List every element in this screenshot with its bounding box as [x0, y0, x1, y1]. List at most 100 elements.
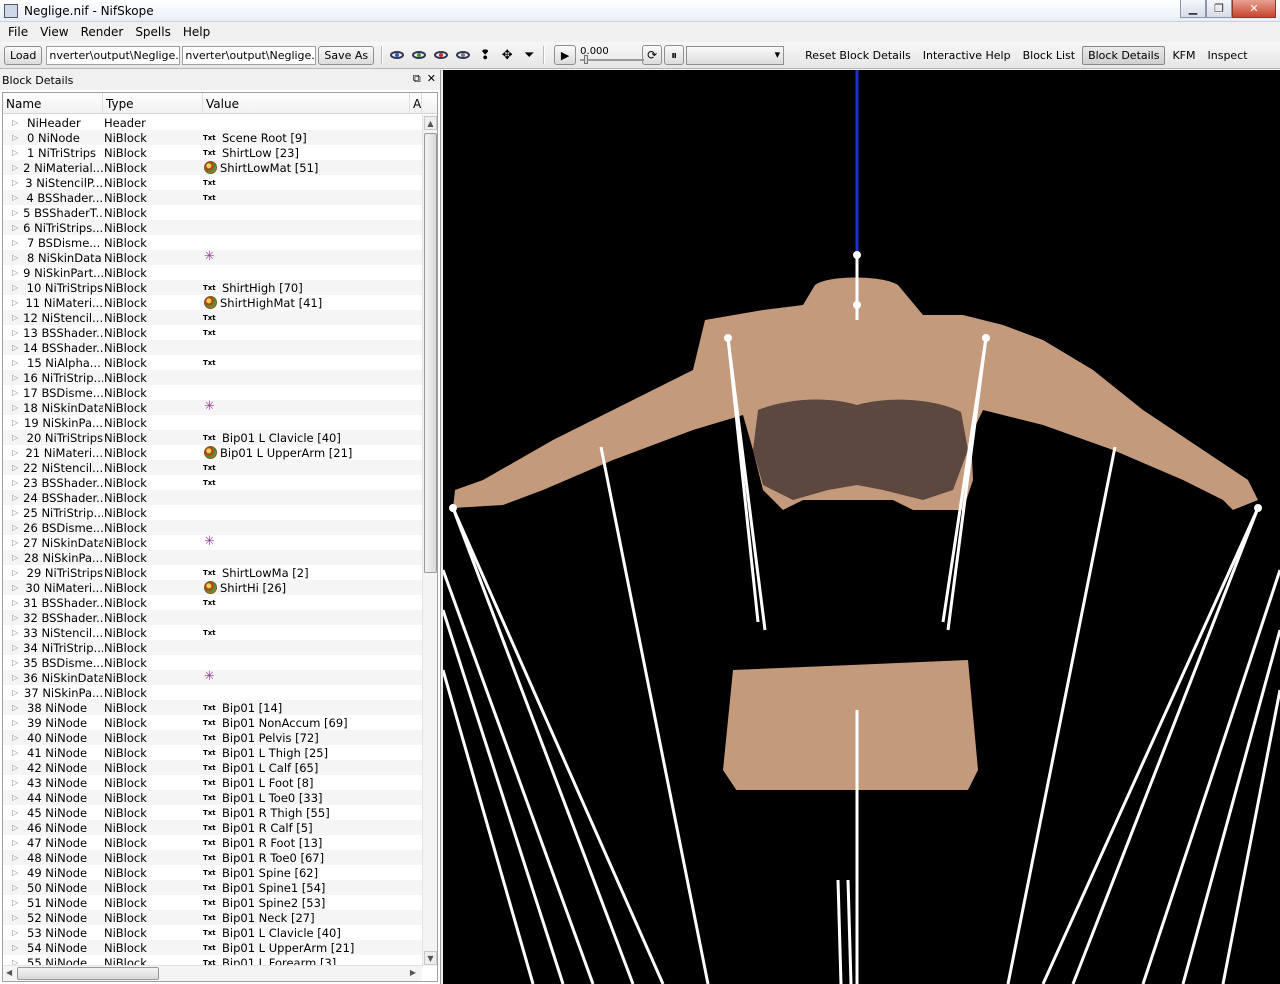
table-row[interactable]: ▷ 21 NiMateri... NiBlock Bip01 L UpperArm [… — [3, 445, 423, 460]
table-row[interactable]: ▷ 36 NiSkinData NiBlock — [3, 669, 423, 685]
horizontal-scrollbar[interactable]: ◀ ▶ — [3, 965, 422, 981]
expand-arrow-icon[interactable]: ▷ — [12, 433, 22, 442]
table-row[interactable]: ▷ 14 BSShader... NiBlock — [3, 340, 423, 355]
expand-arrow-icon[interactable]: ▷ — [12, 178, 20, 187]
expand-arrow-icon[interactable]: ▷ — [12, 508, 18, 517]
animation-slider-track[interactable] — [580, 59, 645, 61]
expand-arrow-icon[interactable]: ▷ — [12, 703, 22, 712]
table-row[interactable]: ▷ 24 BSShader... NiBlock — [3, 490, 423, 505]
table-row[interactable]: ▷ 11 NiMateri... NiBlock ShirtHighMat [41] — [3, 295, 423, 310]
minimize-button[interactable]: ▁ — [1180, 0, 1206, 18]
expand-arrow-icon[interactable]: ▷ — [12, 868, 22, 877]
expand-arrow-icon[interactable]: ▷ — [12, 283, 22, 292]
table-row[interactable]: ▷ NiHeader Header — [3, 115, 423, 130]
table-row[interactable]: ▷ 46 NiNode NiBlock Txt Bip01 R Calf [5] — [3, 820, 423, 835]
expand-arrow-icon[interactable]: ▷ — [12, 613, 18, 622]
expand-arrow-icon[interactable]: ▷ — [12, 358, 22, 367]
column-header-value[interactable]: Value — [203, 93, 410, 113]
expand-arrow-icon[interactable]: ▷ — [12, 883, 22, 892]
inspect-button[interactable]: Inspect — [1203, 47, 1253, 64]
expand-arrow-icon[interactable]: ▷ — [12, 823, 22, 832]
menu-spells[interactable]: Spells — [131, 25, 179, 39]
expand-arrow-icon[interactable]: ▷ — [12, 898, 22, 907]
expand-arrow-icon[interactable]: ▷ — [12, 538, 18, 547]
table-row[interactable]: ▷ 30 NiMateri... NiBlock ShirtHi [26] — [3, 580, 423, 595]
render-viewport[interactable] — [443, 70, 1280, 984]
dock-close-icon[interactable]: ✕ — [427, 72, 436, 86]
table-row[interactable]: ▷ 6 NiTriStrips... NiBlock — [3, 220, 423, 235]
table-row[interactable]: ▷ 50 NiNode NiBlock Txt Bip01 Spine1 [54] — [3, 880, 423, 895]
table-row[interactable]: ▷ 20 NiTriStrips NiBlock Txt Bip01 L Clavicl… — [3, 430, 423, 445]
table-row[interactable]: ▷ 4 BSShader... NiBlock Txt — [3, 190, 423, 205]
expand-arrow-icon[interactable]: ▷ — [12, 373, 18, 382]
column-header-a[interactable]: A — [410, 93, 422, 113]
expand-arrow-icon[interactable]: ▷ — [12, 193, 21, 202]
column-header-name[interactable]: Name — [3, 93, 103, 113]
view-side-icon[interactable] — [409, 45, 429, 65]
table-row[interactable]: ▷ 41 NiNode NiBlock Txt Bip01 L Thigh [25] — [3, 745, 423, 760]
expand-arrow-icon[interactable]: ▷ — [12, 388, 18, 397]
table-row[interactable]: ▷ 45 NiNode NiBlock Txt Bip01 R Thigh [55] — [3, 805, 423, 820]
expand-arrow-icon[interactable]: ▷ — [12, 163, 18, 172]
table-row[interactable]: ▷ 31 BSShader... NiBlock Txt — [3, 595, 423, 610]
expand-arrow-icon[interactable]: ▷ — [12, 238, 22, 247]
table-row[interactable]: ▷ 8 NiSkinData NiBlock — [3, 249, 423, 265]
table-row[interactable]: ▷ 2 NiMaterial... NiBlock ShirtLowMat [51] — [3, 160, 423, 175]
vertical-scrollbar[interactable]: ▲ ▼ — [422, 115, 437, 966]
table-row[interactable]: ▷ 47 NiNode NiBlock Txt Bip01 R Foot [13] — [3, 835, 423, 850]
close-button[interactable]: ✕ — [1232, 0, 1276, 18]
table-row[interactable]: ▷ 15 NiAlpha... NiBlock Txt — [3, 355, 423, 370]
table-row[interactable]: ▷ 28 NiSkinPa... NiBlock — [3, 550, 423, 565]
expand-arrow-icon[interactable]: ▷ — [12, 928, 22, 937]
expand-arrow-icon[interactable]: ▷ — [12, 268, 18, 277]
expand-arrow-icon[interactable]: ▷ — [12, 523, 18, 532]
expand-arrow-icon[interactable]: ▷ — [12, 793, 22, 802]
scroll-down-icon[interactable]: ▼ — [424, 951, 437, 965]
expand-arrow-icon[interactable]: ▷ — [12, 733, 22, 742]
expand-arrow-icon[interactable]: ▷ — [12, 778, 22, 787]
chevron-down-icon[interactable]: ⏷ — [519, 45, 539, 65]
scroll-right-icon[interactable]: ▶ — [410, 968, 416, 977]
table-row[interactable]: ▷ 54 NiNode NiBlock Txt Bip01 L UpperArm [21… — [3, 940, 423, 955]
menu-file[interactable]: File — [4, 25, 36, 39]
vertical-scroll-thumb[interactable] — [424, 133, 437, 573]
expand-arrow-icon[interactable]: ▷ — [12, 208, 18, 217]
table-row[interactable]: ▷ 10 NiTriStrips NiBlock Txt ShirtHigh [70] — [3, 280, 423, 295]
expand-arrow-icon[interactable]: ▷ — [12, 808, 22, 817]
view-user-icon[interactable] — [453, 45, 473, 65]
table-row[interactable]: ▷ 34 NiTriStrip... NiBlock — [3, 640, 423, 655]
menu-render[interactable]: Render — [77, 25, 132, 39]
reset-block-details-button[interactable]: Reset Block Details — [800, 47, 916, 64]
switch-animation-icon[interactable]: ⏸ — [664, 45, 685, 65]
table-row[interactable]: ▷ 1 NiTriStrips NiBlock Txt ShirtLow [23] — [3, 145, 423, 160]
expand-arrow-icon[interactable]: ▷ — [12, 913, 22, 922]
table-row[interactable]: ▷ 5 BSShaderT... NiBlock — [3, 205, 423, 220]
expand-arrow-icon[interactable]: ▷ — [12, 313, 18, 322]
load-path-field[interactable]: nverter\output\Neglige.nif — [46, 45, 181, 65]
table-row[interactable]: ▷ 16 NiTriStrip... NiBlock — [3, 370, 423, 385]
expand-arrow-icon[interactable]: ▷ — [12, 943, 22, 952]
table-row[interactable]: ▷ 53 NiNode NiBlock Txt Bip01 L Clavicle [40… — [3, 925, 423, 940]
table-row[interactable]: ▷ 23 BSShader... NiBlock Txt — [3, 475, 423, 490]
table-row[interactable]: ▷ 22 NiStencil... NiBlock Txt — [3, 460, 423, 475]
scroll-left-icon[interactable]: ◀ — [6, 968, 12, 977]
expand-arrow-icon[interactable]: ▷ — [12, 583, 20, 592]
expand-arrow-icon[interactable]: ▷ — [12, 718, 22, 727]
table-row[interactable]: ▷ 12 NiStencil... NiBlock Txt — [3, 310, 423, 325]
expand-arrow-icon[interactable]: ▷ — [12, 853, 22, 862]
table-row[interactable]: ▷ 52 NiNode NiBlock Txt Bip01 Neck [27] — [3, 910, 423, 925]
table-row[interactable]: ▷ 18 NiSkinData NiBlock — [3, 399, 423, 415]
expand-arrow-icon[interactable]: ▷ — [12, 673, 18, 682]
save-as-button[interactable]: Save As — [318, 45, 375, 65]
table-row[interactable]: ▷ 32 BSShader... NiBlock — [3, 610, 423, 625]
table-row[interactable]: ▷ 19 NiSkinPa... NiBlock — [3, 415, 423, 430]
expand-arrow-icon[interactable]: ▷ — [12, 688, 19, 697]
expand-arrow-icon[interactable]: ▷ — [12, 403, 18, 412]
scroll-up-icon[interactable]: ▲ — [424, 116, 437, 130]
expand-arrow-icon[interactable]: ▷ — [12, 643, 18, 652]
expand-arrow-icon[interactable]: ▷ — [12, 553, 19, 562]
dock-float-icon[interactable]: ⧉ — [413, 72, 421, 86]
view-front-icon[interactable] — [387, 45, 407, 65]
table-row[interactable]: ▷ 37 NiSkinPa... NiBlock — [3, 685, 423, 700]
block-tree[interactable]: Name Type Value A ▷ NiHeader Header ▷ 0 NiNo… — [2, 92, 438, 982]
